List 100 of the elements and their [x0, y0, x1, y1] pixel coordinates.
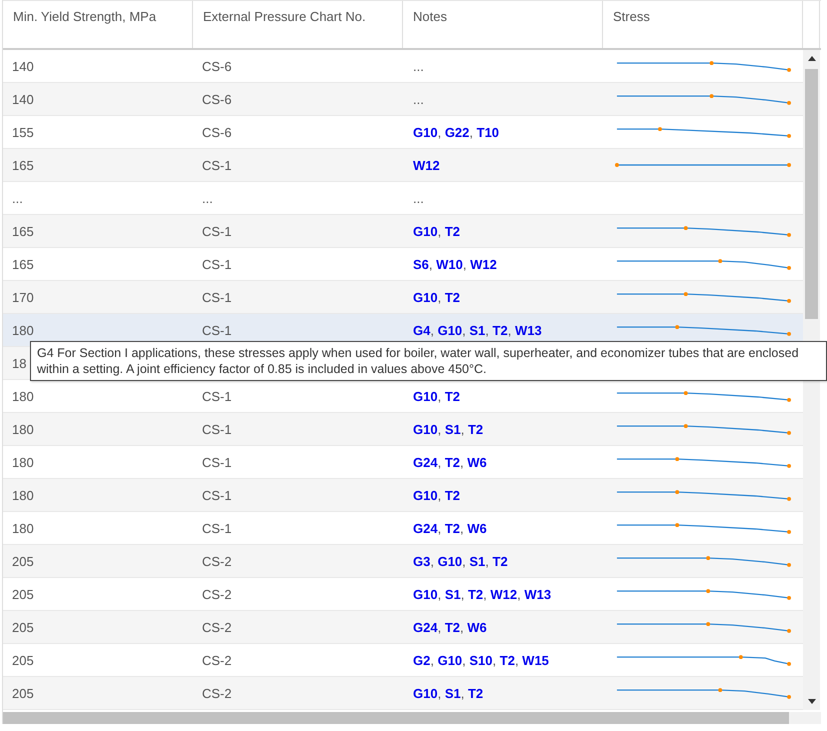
note-link[interactable]: G22: [444, 124, 470, 140]
table-cell: CS-1: [202, 322, 232, 338]
note-link[interactable]: T2: [444, 388, 460, 404]
table-cell: CS-2: [202, 554, 232, 568]
scroll-up-icon[interactable]: [808, 56, 816, 61]
scrollbar-thumb[interactable]: [805, 69, 818, 319]
note-link[interactable]: G2: [413, 652, 430, 668]
note-link[interactable]: S6: [413, 256, 429, 272]
table-cell: CS-1: [202, 454, 232, 470]
note-link[interactable]: S10: [469, 652, 493, 668]
note-link[interactable]: W13: [514, 322, 542, 338]
column-header[interactable]: External Pressure Chart No.: [193, 1, 403, 48]
note-link[interactable]: T10: [476, 124, 500, 140]
note-link[interactable]: G24: [413, 520, 438, 536]
note-link[interactable]: W6: [467, 520, 487, 536]
table-row[interactable]: 165 CS-1 W12: [3, 149, 803, 182]
note-separator: ,: [438, 620, 442, 634]
vertical-scrollbar[interactable]: [803, 50, 820, 710]
note-link[interactable]: G10: [413, 388, 438, 404]
note-separator: ,: [485, 322, 490, 338]
note-link[interactable]: T2: [444, 520, 460, 536]
note-link[interactable]: G24: [413, 620, 438, 634]
table-cell: 165: [12, 158, 34, 172]
note-link[interactable]: G10: [413, 422, 438, 436]
table-cell: 180: [12, 422, 34, 436]
note-link[interactable]: S1: [469, 554, 486, 568]
note-link[interactable]: S1: [469, 322, 486, 338]
table-cell: CS-2: [202, 652, 232, 668]
note-link[interactable]: G10: [413, 586, 438, 602]
table-cell: CS-2: [202, 686, 232, 700]
note-link[interactable]: W6: [467, 620, 487, 634]
note-link[interactable]: G10: [413, 224, 438, 238]
note-link[interactable]: T2: [468, 422, 484, 436]
table-row[interactable]: 205 CS-2 G24, T2, W6: [3, 611, 803, 644]
note-link[interactable]: T2: [492, 554, 508, 568]
table-row[interactable]: 140 CS-6 ...: [3, 83, 803, 116]
note-link[interactable]: W12: [413, 158, 440, 172]
note-link[interactable]: W12: [490, 586, 518, 602]
note-separator: ,: [460, 620, 465, 634]
note-separator: ,: [517, 586, 522, 602]
note-link[interactable]: G10: [438, 652, 462, 668]
note-link[interactable]: S1: [444, 686, 461, 700]
note-link[interactable]: T2: [492, 322, 508, 338]
note-link[interactable]: T2: [444, 290, 460, 304]
note-separator: ,: [462, 256, 468, 272]
table-row[interactable]: 205 CS-2 G10, S1, T2: [3, 677, 803, 710]
note-link[interactable]: G24: [413, 454, 438, 470]
column-header[interactable]: Stress: [603, 1, 803, 48]
note-separator: ,: [428, 256, 434, 272]
table-cell: ...: [12, 190, 23, 206]
table-cell: CS-2: [202, 586, 232, 602]
table-cell: CS-2: [202, 620, 232, 634]
note-link[interactable]: T2: [500, 652, 515, 668]
note-link[interactable]: W13: [524, 586, 552, 602]
note-separator: ,: [438, 224, 442, 238]
column-header[interactable]: Min. Yield Strength, MPa: [3, 1, 193, 48]
note-link[interactable]: W15: [522, 652, 549, 668]
note-separator: ,: [438, 124, 442, 140]
note-link[interactable]: T2: [444, 224, 460, 238]
note-link[interactable]: G4: [413, 322, 430, 338]
note-link[interactable]: T2: [444, 620, 460, 634]
note-link[interactable]: T2: [444, 488, 460, 502]
note-link[interactable]: S1: [444, 586, 461, 602]
table-cell: ...: [413, 190, 424, 206]
note-link[interactable]: S1: [444, 422, 461, 436]
table-cell: 140: [12, 58, 34, 74]
note-separator: ,: [438, 586, 442, 602]
note-link[interactable]: G10: [438, 554, 462, 568]
note-link[interactable]: G10: [413, 686, 438, 700]
column-header[interactable]: Notes: [403, 1, 603, 48]
note-link[interactable]: G10: [413, 488, 438, 502]
note-link[interactable]: W12: [470, 256, 497, 272]
table-row[interactable]: 180 CS-1 G10, S1, T2: [3, 413, 803, 446]
tooltip: G4 For Section I applications, these stresses apply when used for boiler, water wall, superheater, and economizer tubes that are enclosed within a setting. A joint efficiency factor of 0.85 is included in values above 450°C.: [30, 341, 827, 381]
note-link[interactable]: G10: [438, 322, 462, 338]
note-link[interactable]: G10: [413, 290, 438, 304]
note-link[interactable]: T2: [468, 686, 484, 700]
table-row[interactable]: 180 CS-1 G10, T2: [3, 479, 803, 512]
table-cell: 180: [12, 488, 34, 502]
note-separator: ,: [430, 652, 435, 668]
table-cell: 165: [12, 256, 34, 272]
table-row[interactable]: 170 CS-1 G10, T2: [3, 281, 803, 314]
note-link[interactable]: W6: [467, 454, 487, 470]
note-separator: ,: [460, 520, 465, 536]
note-link[interactable]: W10: [436, 256, 463, 272]
table-cell: 180: [12, 388, 34, 404]
note-link[interactable]: T2: [468, 586, 484, 602]
table-cell: CS-6: [202, 124, 232, 140]
table-cell: CS-1: [202, 520, 232, 536]
scroll-down-icon[interactable]: [808, 699, 816, 704]
table-row[interactable]: 165 CS-1 G10, T2: [3, 215, 803, 248]
note-link[interactable]: T2: [444, 454, 460, 470]
table-cell: 205: [12, 586, 34, 602]
note-link[interactable]: G10: [413, 124, 438, 140]
note-separator: ,: [460, 586, 466, 602]
note-separator: ,: [438, 290, 442, 304]
note-separator: ,: [462, 652, 467, 668]
note-link[interactable]: G3: [413, 554, 430, 568]
table-row[interactable]: 205 CS-2 G3, G10, S1, T2: [3, 545, 803, 578]
table-cell: 18: [12, 356, 26, 370]
